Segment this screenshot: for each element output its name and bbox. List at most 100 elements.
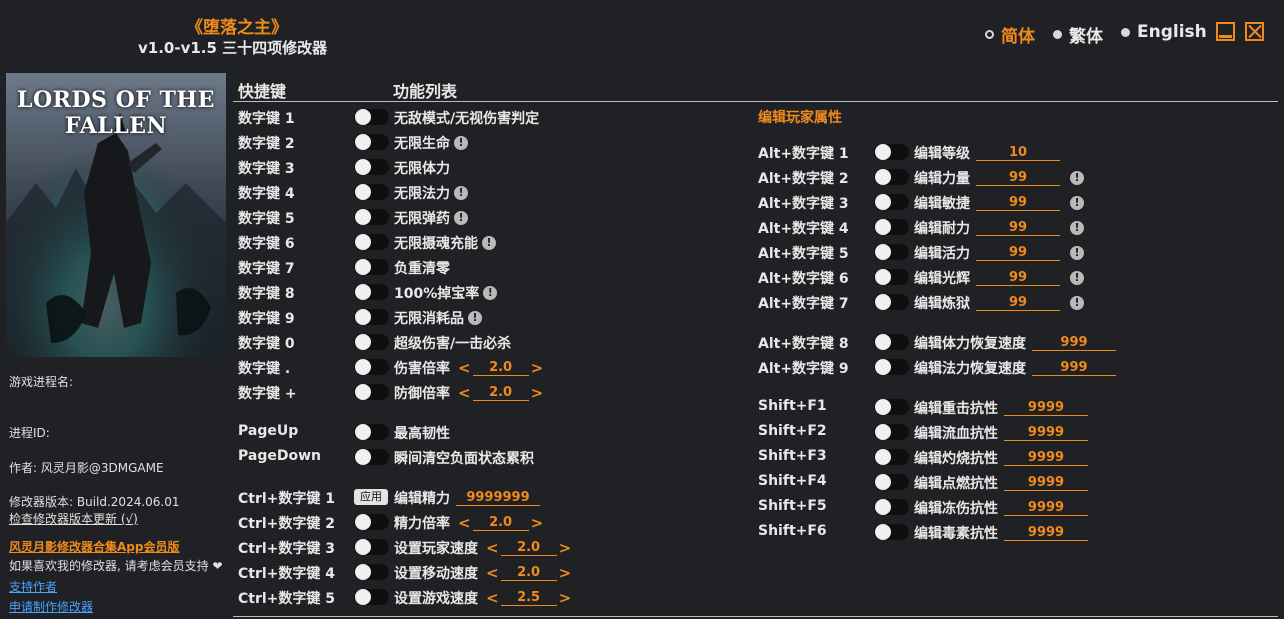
value-input[interactable]: 99 <box>976 245 1060 261</box>
increase-arrow-icon[interactable]: > <box>529 359 546 377</box>
feature-row: 设置玩家速度 <2.0 > <box>394 538 573 558</box>
stepper-value[interactable]: 2.0 <box>500 565 557 581</box>
feature-toggle[interactable] <box>354 334 389 350</box>
feature-toggle[interactable] <box>354 589 389 605</box>
hotkey-label: Shift+F2 <box>758 423 827 439</box>
decrease-arrow-icon[interactable]: < <box>484 539 501 557</box>
stepper-value[interactable]: 2.0 <box>472 360 529 376</box>
feature-toggle[interactable] <box>354 159 389 175</box>
decrease-arrow-icon[interactable]: < <box>484 589 501 607</box>
warning-icon[interactable]: ! <box>454 211 468 225</box>
feature-toggle[interactable] <box>354 539 389 555</box>
value-input[interactable]: 9999 <box>1004 525 1088 541</box>
warning-icon[interactable]: ! <box>468 311 482 325</box>
feature-toggle[interactable] <box>354 359 389 375</box>
feature-toggle[interactable] <box>874 474 909 490</box>
value-input[interactable]: 99 <box>976 295 1060 311</box>
value-input[interactable]: 999 <box>1032 335 1116 351</box>
feature-toggle[interactable] <box>354 259 389 275</box>
value-input[interactable]: 9999 <box>1004 450 1088 466</box>
lang-option-english[interactable]: English <box>1121 22 1207 42</box>
minimize-button[interactable] <box>1216 22 1235 41</box>
feature-toggle[interactable] <box>874 244 909 260</box>
feature-toggle[interactable] <box>874 399 909 415</box>
feature-toggle[interactable] <box>874 424 909 440</box>
warning-icon[interactable]: ! <box>1070 246 1084 260</box>
feature-toggle[interactable] <box>354 309 389 325</box>
feature-toggle[interactable] <box>874 334 909 350</box>
warning-icon[interactable]: ! <box>1070 271 1084 285</box>
feature-label: 无限法力 <box>394 186 450 202</box>
value-input[interactable]: 9999 <box>1004 475 1088 491</box>
warning-icon[interactable]: ! <box>1070 221 1084 235</box>
feature-toggle[interactable] <box>874 194 909 210</box>
request-trainer-link[interactable]: 申请制作修改器 <box>9 598 93 615</box>
value-stepper[interactable]: <2.5 > <box>484 589 573 607</box>
feature-toggle[interactable] <box>354 449 389 465</box>
increase-arrow-icon[interactable]: > <box>557 539 574 557</box>
feature-toggle[interactable] <box>354 424 389 440</box>
value-stepper[interactable]: <2.0 > <box>484 564 573 582</box>
feature-toggle[interactable] <box>874 499 909 515</box>
stepper-value[interactable]: 2.0 <box>472 385 529 401</box>
value-input[interactable]: 999 <box>1032 360 1116 376</box>
warning-icon[interactable]: ! <box>482 236 496 250</box>
warning-icon[interactable]: ! <box>1070 296 1084 310</box>
feature-toggle[interactable] <box>354 384 389 400</box>
feature-toggle[interactable] <box>354 209 389 225</box>
decrease-arrow-icon[interactable]: < <box>484 564 501 582</box>
feature-toggle[interactable] <box>874 219 909 235</box>
value-stepper[interactable]: <2.0 > <box>456 514 545 532</box>
feature-toggle[interactable] <box>354 284 389 300</box>
value-stepper[interactable]: <2.0 > <box>456 359 545 377</box>
feature-toggle[interactable] <box>874 449 909 465</box>
decrease-arrow-icon[interactable]: < <box>456 384 473 402</box>
lang-option-simplified[interactable]: 简体 <box>985 22 1035 47</box>
increase-arrow-icon[interactable]: > <box>529 514 546 532</box>
value-input[interactable]: 99 <box>976 220 1060 236</box>
check-update-link[interactable]: 检查修改器版本更新 (√) <box>9 510 138 527</box>
feature-toggle[interactable] <box>354 514 389 530</box>
value-input[interactable]: 9999 <box>1004 500 1088 516</box>
warning-icon[interactable]: ! <box>454 136 468 150</box>
value-input[interactable]: 10 <box>976 145 1060 161</box>
feature-toggle[interactable] <box>874 524 909 540</box>
value-input[interactable]: 9999999 <box>456 490 540 506</box>
increase-arrow-icon[interactable]: > <box>529 384 546 402</box>
feature-toggle[interactable] <box>354 109 389 125</box>
stepper-value[interactable]: 2.5 <box>500 590 557 606</box>
value-input[interactable]: 9999 <box>1004 425 1088 441</box>
increase-arrow-icon[interactable]: > <box>557 589 574 607</box>
app-member-link[interactable]: 风灵月影修改器合集App会员版 <box>9 538 179 555</box>
warning-icon[interactable]: ! <box>1070 171 1084 185</box>
value-input[interactable]: 99 <box>976 195 1060 211</box>
value-input[interactable]: 9999 <box>1004 400 1088 416</box>
close-button[interactable] <box>1245 22 1264 41</box>
warning-icon[interactable]: ! <box>483 286 498 300</box>
support-author-link[interactable]: 支持作者 <box>9 578 57 595</box>
decrease-arrow-icon[interactable]: < <box>456 514 473 532</box>
feature-toggle[interactable] <box>354 234 389 250</box>
value-stepper[interactable]: <2.0 > <box>484 539 573 557</box>
value-stepper[interactable]: <2.0 > <box>456 384 545 402</box>
warning-icon[interactable]: ! <box>1070 196 1084 210</box>
feature-toggle[interactable] <box>874 294 909 310</box>
increase-arrow-icon[interactable]: > <box>557 564 574 582</box>
feature-toggle[interactable] <box>354 564 389 580</box>
stepper-value[interactable]: 2.0 <box>500 540 557 556</box>
warning-icon[interactable]: ! <box>454 186 468 200</box>
author-label: 作者: 风灵月影@3DMGAME <box>9 461 164 475</box>
feature-toggle[interactable] <box>354 184 389 200</box>
lang-option-traditional[interactable]: 繁体 <box>1053 22 1103 47</box>
feature-toggle[interactable] <box>874 269 909 285</box>
feature-toggle[interactable] <box>874 359 909 375</box>
feature-toggle[interactable] <box>874 169 909 185</box>
feature-label: 编辑流血抗性 <box>914 426 998 442</box>
apply-button[interactable]: 应用 <box>354 489 388 505</box>
decrease-arrow-icon[interactable]: < <box>456 359 473 377</box>
stepper-value[interactable]: 2.0 <box>472 515 529 531</box>
value-input[interactable]: 99 <box>976 170 1060 186</box>
value-input[interactable]: 99 <box>976 270 1060 286</box>
feature-toggle[interactable] <box>874 144 909 160</box>
feature-toggle[interactable] <box>354 134 389 150</box>
